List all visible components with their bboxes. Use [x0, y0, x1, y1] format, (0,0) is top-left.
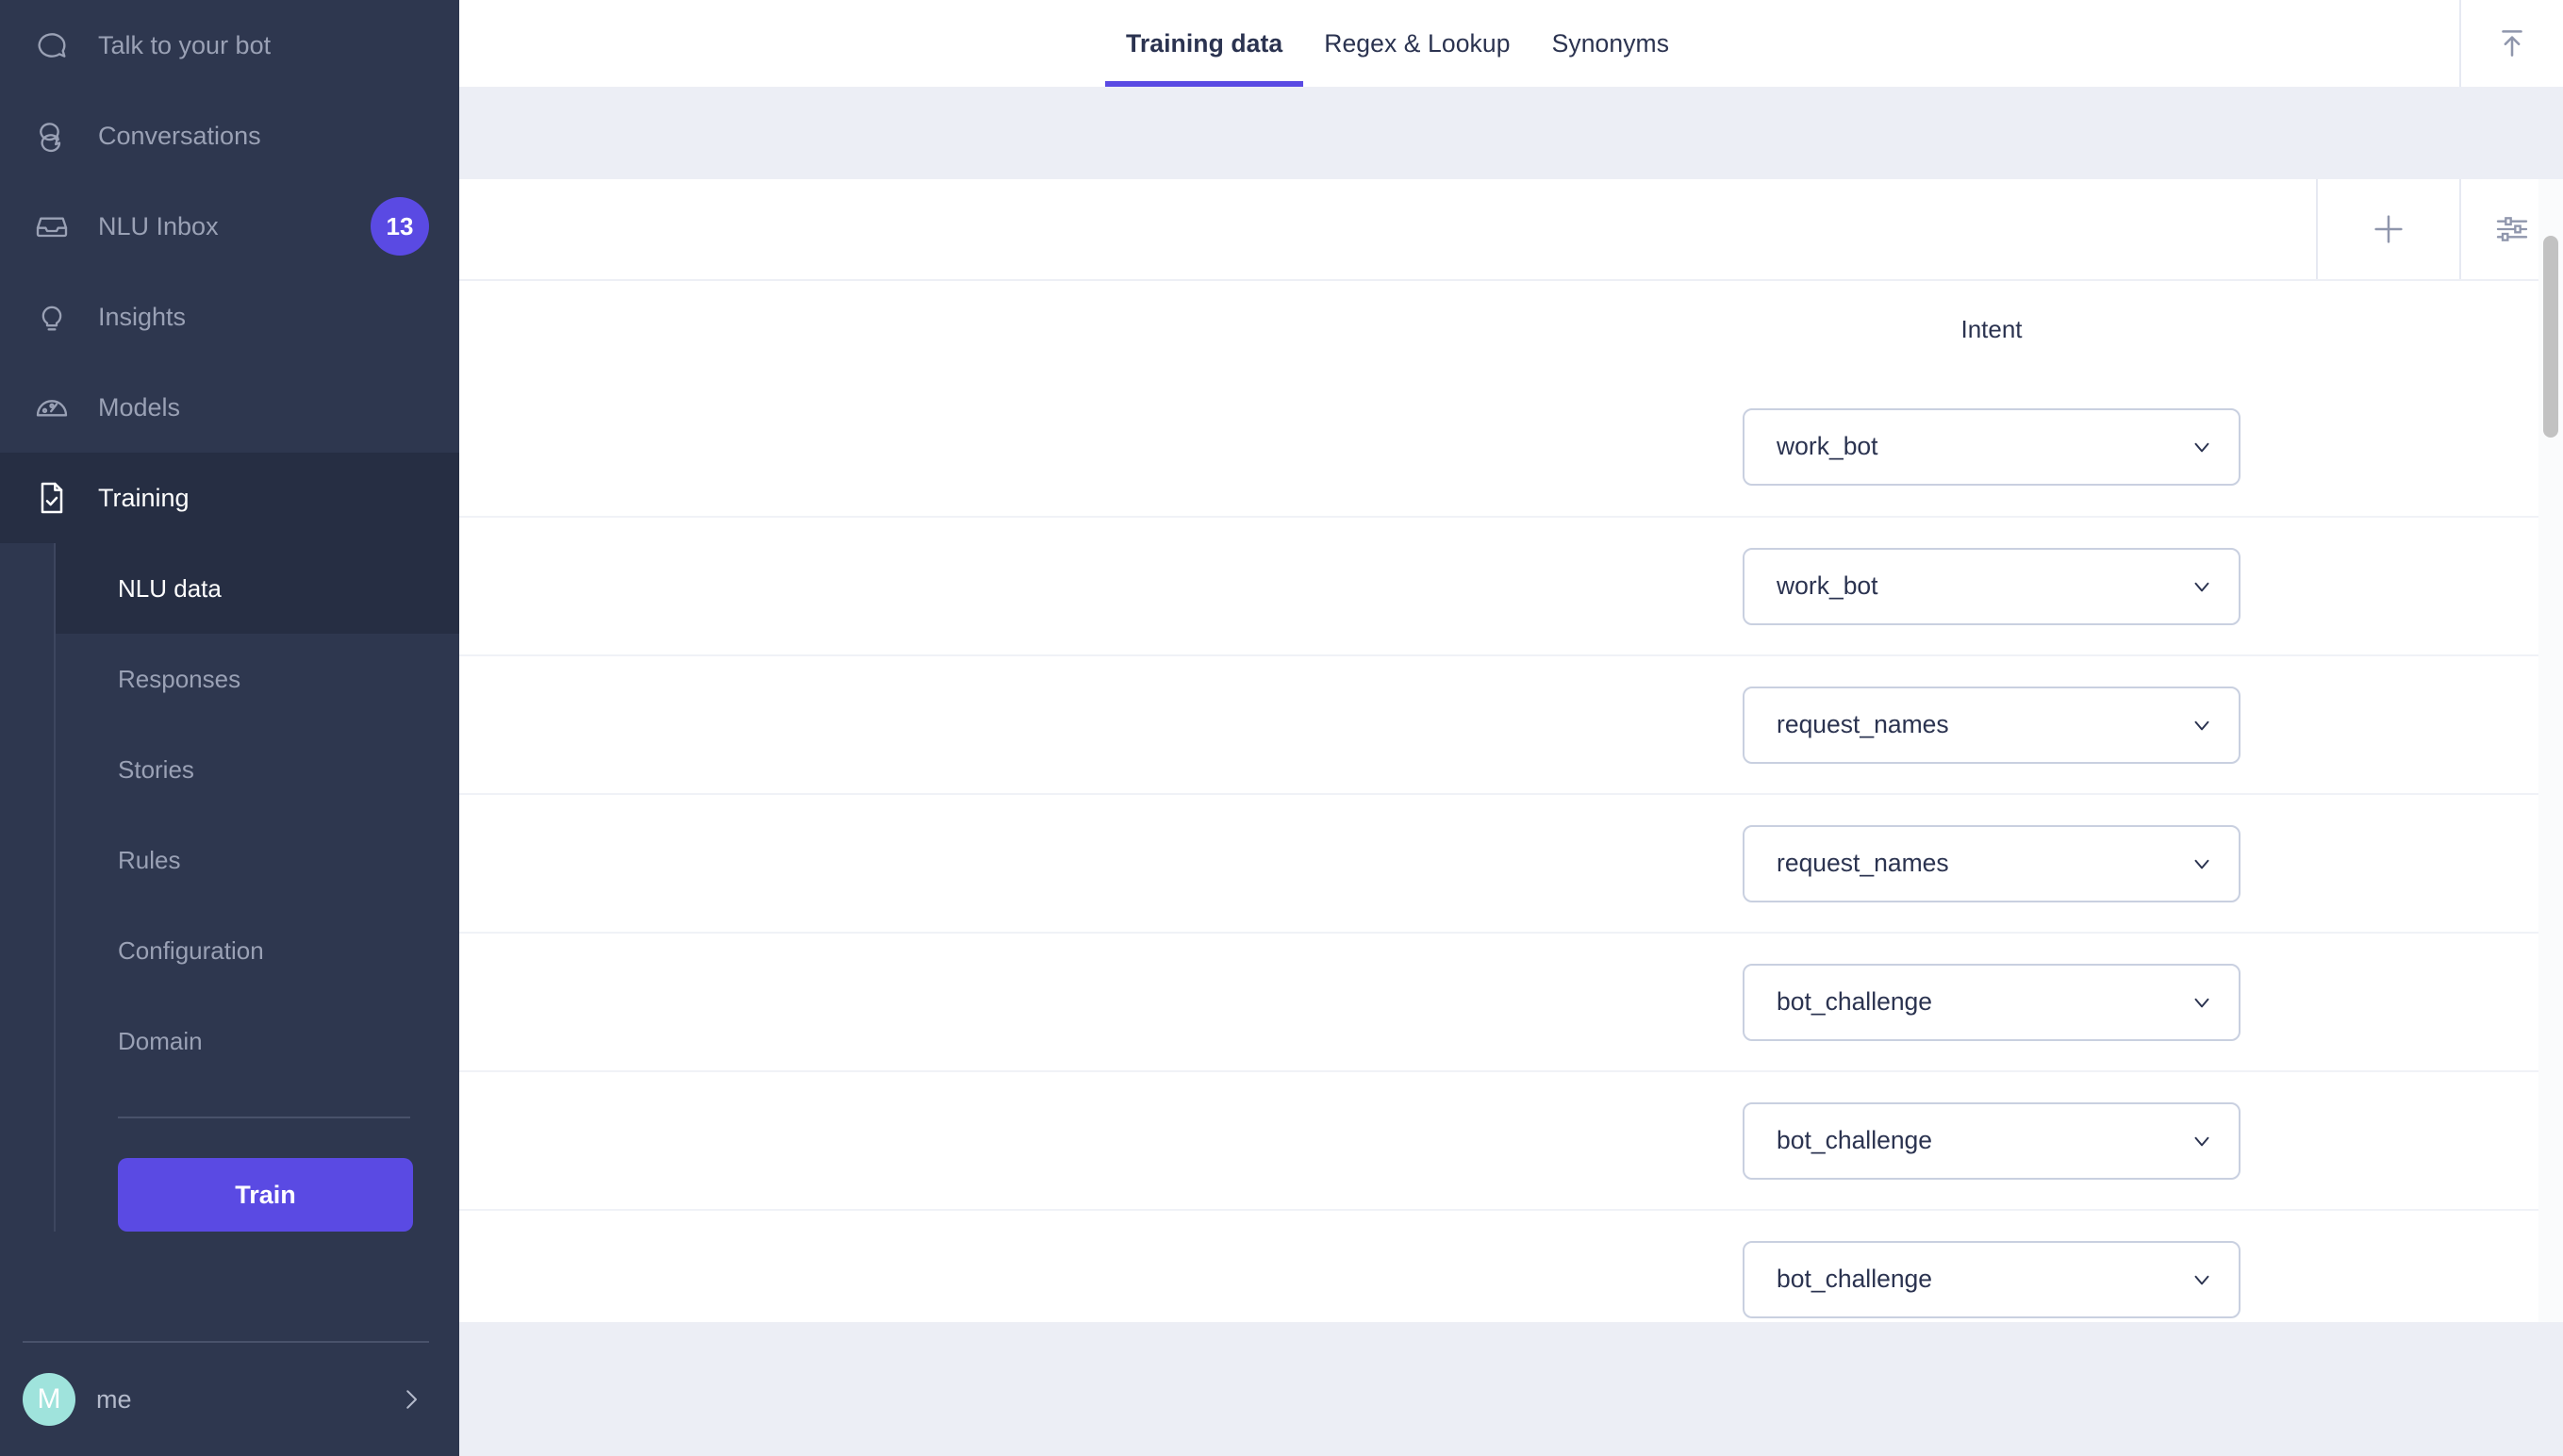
- sidebar-item-stories[interactable]: Stories: [56, 724, 459, 815]
- scrollbar-thumb[interactable]: [2543, 236, 2558, 438]
- chevron-down-icon: [2190, 852, 2214, 876]
- intent-select[interactable]: work_bot: [1743, 548, 2241, 625]
- sidebar-item-conversations[interactable]: Conversations: [0, 91, 459, 181]
- vertical-scrollbar[interactable]: [2538, 179, 2563, 1322]
- intent-select[interactable]: request_names: [1743, 825, 2241, 902]
- tab-list: Training data Regex & Lookup Synonyms: [1105, 0, 1690, 87]
- chevron-down-icon: [2190, 435, 2214, 459]
- sidebar-item-label: Talk to your bot: [98, 31, 271, 60]
- user-name: me: [96, 1385, 397, 1415]
- submenu-item-label: Stories: [118, 755, 194, 785]
- training-submenu: NLU data Responses Stories Rules Configu…: [54, 543, 459, 1232]
- intent-cell: bot_challenge: [1530, 964, 2454, 1041]
- intent-select[interactable]: bot_challenge: [1743, 1102, 2241, 1180]
- submenu-item-label: NLU data: [118, 574, 222, 604]
- sidebar-item-talk-to-your-bot[interactable]: Talk to your bot: [0, 0, 459, 91]
- train-button[interactable]: Train: [118, 1158, 413, 1232]
- sidebar-item-label: Models: [98, 393, 180, 422]
- nlu-inbox-badge: 13: [371, 197, 429, 256]
- tab-label: Training data: [1126, 29, 1282, 58]
- intent-cell: request_names: [1530, 825, 2454, 902]
- train-button-wrapper: Train: [56, 1118, 459, 1232]
- sliders-filter-icon: [2493, 210, 2531, 248]
- chevron-down-icon: [2190, 1129, 2214, 1153]
- tab-bar-actions: [2459, 0, 2563, 87]
- add-example-button[interactable]: [2316, 179, 2459, 279]
- sidebar-item-nlu-data[interactable]: NLU data: [56, 543, 459, 634]
- tab-synonyms[interactable]: Synonyms: [1531, 0, 1691, 87]
- intent-select[interactable]: bot_challenge: [1743, 964, 2241, 1041]
- app-root: Training data Regex & Lookup Synonyms: [0, 0, 2563, 1456]
- intent-cell: bot_challenge: [1530, 1241, 2454, 1318]
- intent-value: bot_challenge: [1777, 1126, 1932, 1155]
- sidebar: Talk to your bot Conversations NLU Inbox…: [0, 0, 459, 1456]
- sidebar-item-nlu-inbox[interactable]: NLU Inbox 13: [0, 181, 459, 272]
- intent-select[interactable]: request_names: [1743, 687, 2241, 764]
- intent-cell: bot_challenge: [1530, 1102, 2454, 1180]
- tab-label: Regex & Lookup: [1324, 29, 1510, 58]
- column-header-intent: Intent: [1530, 315, 2454, 344]
- lightbulb-icon: [28, 293, 75, 340]
- sidebar-item-label: Training: [98, 484, 190, 513]
- intent-cell: request_names: [1530, 687, 2454, 764]
- sidebar-item-configuration[interactable]: Configuration: [56, 905, 459, 996]
- chevron-right-icon: [397, 1385, 425, 1414]
- document-check-icon: [28, 474, 75, 521]
- chevron-down-icon: [2190, 574, 2214, 599]
- upload-button[interactable]: [2459, 0, 2563, 87]
- chevron-down-icon: [2190, 1267, 2214, 1292]
- chevron-down-icon: [2190, 990, 2214, 1015]
- tab-training-data[interactable]: Training data: [1105, 0, 1303, 87]
- sidebar-item-label: Insights: [98, 303, 186, 332]
- intent-value: work_bot: [1777, 432, 1878, 461]
- intent-cell: work_bot: [1530, 408, 2454, 486]
- intent-value: request_names: [1777, 710, 1949, 739]
- sidebar-item-responses[interactable]: Responses: [56, 634, 459, 724]
- chat-bubble-icon: [28, 22, 75, 69]
- sidebar-item-domain[interactable]: Domain: [56, 996, 459, 1086]
- submenu-item-label: Responses: [118, 665, 240, 694]
- intent-select[interactable]: work_bot: [1743, 408, 2241, 486]
- submenu-item-label: Configuration: [118, 936, 264, 966]
- inbox-icon: [28, 203, 75, 250]
- intent-value: bot_challenge: [1777, 1265, 1932, 1294]
- intent-cell: work_bot: [1530, 548, 2454, 625]
- intent-value: work_bot: [1777, 571, 1878, 601]
- sidebar-user-footer[interactable]: M me: [23, 1341, 429, 1456]
- tab-label: Synonyms: [1552, 29, 1670, 58]
- sidebar-item-insights[interactable]: Insights: [0, 272, 459, 362]
- sidebar-item-label: Conversations: [98, 122, 261, 151]
- sidebar-item-models[interactable]: Models: [0, 362, 459, 453]
- intent-select[interactable]: bot_challenge: [1743, 1241, 2241, 1318]
- gauge-icon: [28, 384, 75, 431]
- tab-regex-lookup[interactable]: Regex & Lookup: [1303, 0, 1530, 87]
- sidebar-item-label: NLU Inbox: [98, 212, 219, 241]
- plus-icon: [2370, 210, 2407, 248]
- submenu-item-label: Rules: [118, 846, 180, 875]
- chevron-down-icon: [2190, 713, 2214, 737]
- conversations-icon: [28, 112, 75, 159]
- avatar: M: [23, 1373, 75, 1426]
- intent-value: bot_challenge: [1777, 987, 1932, 1017]
- sidebar-item-training[interactable]: Training: [0, 453, 459, 543]
- submenu-item-label: Domain: [118, 1027, 203, 1056]
- upload-icon: [2494, 25, 2530, 61]
- intent-value: request_names: [1777, 849, 1949, 878]
- sidebar-item-rules[interactable]: Rules: [56, 815, 459, 905]
